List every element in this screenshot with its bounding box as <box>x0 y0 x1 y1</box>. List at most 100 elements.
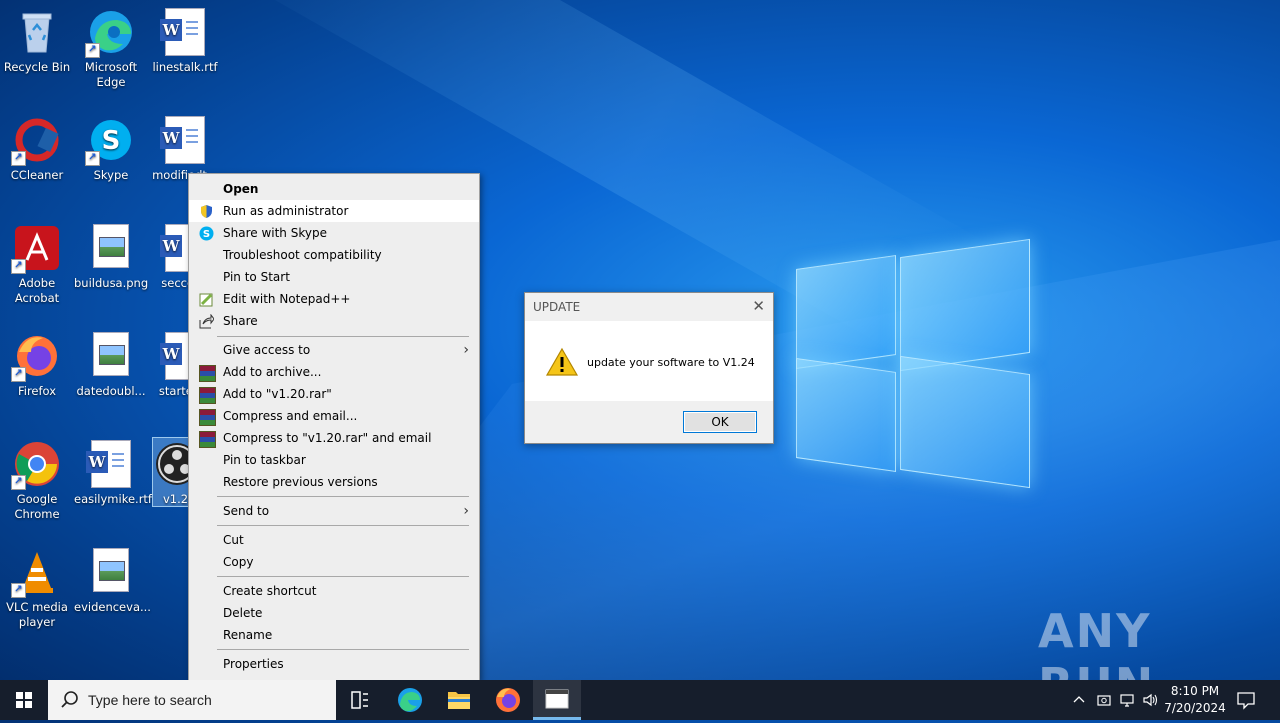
menu-item-share[interactable]: Share <box>189 310 479 332</box>
svg-text:S: S <box>203 229 210 240</box>
acrobat-icon: ↗ <box>11 224 61 274</box>
edge-icon: ↗ <box>85 8 135 58</box>
desktop-icon-datedoubl[interactable]: datedoubl... <box>74 332 148 399</box>
close-icon[interactable]: ✕ <box>752 297 765 315</box>
image-file-icon <box>93 224 129 268</box>
taskbar-active-window[interactable] <box>533 680 581 720</box>
desktop-icon-evidenceva[interactable]: evidenceva... <box>74 548 151 615</box>
menu-item-troubleshoot-compatibility[interactable]: Troubleshoot compatibility <box>189 244 479 266</box>
desktop-icon-linestalk-rtf[interactable]: W linestalk.rtf <box>148 8 222 75</box>
desktop-icon-google-chrome[interactable]: ↗ Google Chrome <box>0 440 74 522</box>
skype-icon: S ↗ <box>85 116 135 166</box>
desktop-icon-buildusa-png[interactable]: buildusa.png <box>74 224 148 291</box>
context-menu: Open Run as administrator S Share with S… <box>188 173 480 681</box>
menu-item-label: Copy <box>223 555 254 569</box>
task-view-button[interactable] <box>336 680 384 720</box>
menu-separator <box>217 336 469 337</box>
menu-item-give-access-to[interactable]: Give access to › <box>189 339 479 361</box>
menu-item-rename[interactable]: Rename <box>189 624 479 646</box>
search-icon <box>61 691 78 708</box>
desktop-icon-label: VLC media player <box>6 600 68 629</box>
winrar-icon <box>199 365 216 382</box>
menu-item-copy[interactable]: Copy <box>189 551 479 573</box>
clock-date: 7/20/2024 <box>1164 701 1226 715</box>
menu-item-pin-to-taskbar[interactable]: Pin to taskbar <box>189 449 479 471</box>
menu-separator <box>217 649 469 650</box>
image-file-icon <box>93 548 129 592</box>
network-icon[interactable] <box>1119 692 1137 712</box>
menu-item-cut[interactable]: Cut <box>189 529 479 551</box>
volume-icon[interactable] <box>1142 692 1160 712</box>
desktop-icon-firefox[interactable]: ↗ Firefox <box>0 332 74 399</box>
menu-item-restore-previous-versions[interactable]: Restore previous versions <box>189 471 479 493</box>
menu-item-label: Run as administrator <box>223 204 349 218</box>
menu-item-add-to-archive[interactable]: Add to archive... <box>189 361 479 383</box>
menu-item-share-with-skype[interactable]: S Share with Skype <box>189 222 479 244</box>
notification-center-icon[interactable] <box>1236 690 1256 713</box>
desktop-icon-ccleaner[interactable]: ↗ CCleaner <box>0 116 74 183</box>
menu-item-label: Share <box>223 314 258 328</box>
taskbar-file-explorer[interactable] <box>435 680 483 720</box>
desktop-icon-label: Skype <box>93 168 129 182</box>
taskbar-firefox[interactable] <box>484 680 532 720</box>
skype-icon: S <box>199 226 214 241</box>
vlc-icon: ↗ <box>11 548 61 598</box>
desktop-icon-recycle-bin[interactable]: Recycle Bin <box>0 8 74 75</box>
desktop: Recycle Bin ↗ CCleaner ↗ Adobe Acrobat ↗… <box>0 0 1280 720</box>
desktop-icon-label: Microsoft Edge <box>84 60 138 89</box>
desktop-icon-microsoft-edge[interactable]: ↗ Microsoft Edge <box>74 8 148 90</box>
menu-item-label: Give access to <box>223 343 311 357</box>
menu-item-delete[interactable]: Delete <box>189 602 479 624</box>
menu-item-label: Compress and email... <box>223 409 358 423</box>
desktop-icon-label: CCleaner <box>10 168 64 182</box>
menu-item-label: Create shortcut <box>223 584 317 598</box>
windows-logo-wallpaper <box>796 238 1030 489</box>
taskbar-search-box[interactable]: Type here to search <box>48 680 336 720</box>
menu-item-label: Rename <box>223 628 273 642</box>
edge-icon <box>398 688 422 712</box>
task-view-icon <box>351 691 368 709</box>
menu-separator <box>217 496 469 497</box>
desktop-icon-label: Adobe Acrobat <box>14 276 60 305</box>
desktop-icon-skype[interactable]: S ↗ Skype <box>74 116 148 183</box>
menu-separator <box>217 525 469 526</box>
windows-icon <box>16 692 32 708</box>
desktop-icon-label: evidenceva... <box>74 600 151 614</box>
taskbar-clock[interactable]: 8:10 PM 7/20/2024 <box>1160 683 1230 717</box>
meet-now-icon[interactable] <box>1096 692 1112 712</box>
winrar-icon <box>199 431 216 448</box>
notepadpp-icon <box>199 293 213 307</box>
menu-item-label: Open <box>223 182 259 196</box>
menu-item-label: Edit with Notepad++ <box>223 292 351 306</box>
chevron-up-icon[interactable] <box>1072 692 1086 710</box>
menu-item-properties[interactable]: Properties <box>189 653 479 675</box>
start-button[interactable] <box>0 680 48 720</box>
menu-item-compress-and-email[interactable]: Compress and email... <box>189 405 479 427</box>
menu-item-add-to-v1-20-rar[interactable]: Add to "v1.20.rar" <box>189 383 479 405</box>
desktop-icon-label: v1.20... <box>163 492 193 506</box>
folder-icon <box>448 692 470 709</box>
taskbar-edge[interactable] <box>386 680 434 720</box>
menu-item-label: Pin to Start <box>223 270 290 284</box>
menu-item-label: Pin to taskbar <box>223 453 306 467</box>
desktop-icon-easilymike-rtf[interactable]: W easilymike.rtf <box>74 440 152 507</box>
word-document-icon: W <box>160 116 205 164</box>
menu-item-label: Compress to "v1.20.rar" and email <box>223 431 432 445</box>
menu-item-run-as-administrator[interactable]: Run as administrator <box>189 200 479 222</box>
menu-item-label: Add to "v1.20.rar" <box>223 387 332 401</box>
desktop-icon-vlc[interactable]: ↗ VLC media player <box>0 548 74 630</box>
chevron-right-icon: › <box>463 342 469 358</box>
menu-item-send-to[interactable]: Send to › <box>189 500 479 522</box>
ok-button[interactable]: OK <box>683 411 757 433</box>
menu-item-compress-to-rar-and-email[interactable]: Compress to "v1.20.rar" and email <box>189 427 479 449</box>
firefox-icon: ↗ <box>11 332 61 382</box>
desktop-icon-label: Google Chrome <box>14 492 60 521</box>
desktop-icon-adobe-acrobat[interactable]: ↗ Adobe Acrobat <box>0 224 74 306</box>
menu-item-pin-to-start[interactable]: Pin to Start <box>189 266 479 288</box>
menu-item-open[interactable]: Open <box>189 178 479 200</box>
dialog-body: update your software to V1.24 <box>525 321 773 401</box>
menu-item-edit-with-notepadpp[interactable]: Edit with Notepad++ <box>189 288 479 310</box>
firefox-icon <box>496 688 520 712</box>
shield-icon <box>201 205 212 218</box>
menu-item-create-shortcut[interactable]: Create shortcut <box>189 580 479 602</box>
